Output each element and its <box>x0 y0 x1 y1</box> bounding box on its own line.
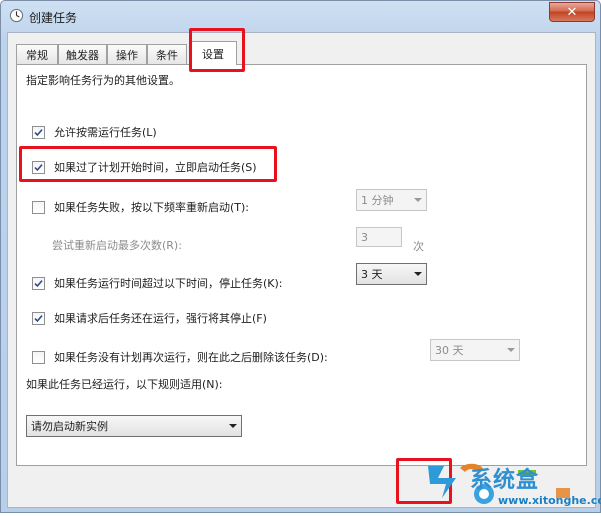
stop-if-longer-option[interactable]: 如果任务运行时间超过以下时间，停止任务(K): <box>32 275 283 291</box>
force-stop-checkbox[interactable] <box>32 311 45 325</box>
delete-after-value: 30 天 <box>435 344 464 357</box>
settings-description: 指定影响任务行为的其他设置。 <box>26 74 180 87</box>
task-scheduler-icon <box>9 8 24 23</box>
stop-if-longer-checkbox[interactable] <box>32 276 45 290</box>
checkmark-icon <box>34 163 43 171</box>
dialog-body: 常规 触发器 操作 条件 设置 指定影响任务行为的其他设置。 允许按需运行任务(… <box>7 32 596 508</box>
restart-attempts-label: 尝试重新启动最多次数(R): <box>52 239 182 252</box>
stop-duration-value: 3 天 <box>361 268 383 281</box>
tab-general[interactable]: 常规 <box>16 44 58 64</box>
watermark-brand: 系统盒 <box>470 468 540 493</box>
title-bar[interactable]: 创建任务 ✕ <box>1 1 600 31</box>
chevron-down-icon <box>410 264 426 284</box>
restart-interval-value: 1 分钟 <box>361 194 394 207</box>
rule-label: 如果此任务已经运行，以下规则适用(N): <box>26 378 223 391</box>
close-icon: ✕ <box>566 4 578 20</box>
watermark-logo: 系统盒 www.xitonghe.com <box>420 458 601 513</box>
window-title: 创建任务 <box>29 11 78 25</box>
checkmark-icon <box>34 314 43 322</box>
restart-on-fail-label: 如果任务失败，按以下频率重新启动(T): <box>54 201 250 214</box>
run-if-missed-option[interactable]: 如果过了计划开始时间，立即启动任务(S) <box>32 159 257 175</box>
checkmark-icon <box>34 128 43 136</box>
delete-if-not-scheduled-label: 如果任务没有计划再次运行，则在此之后删除该任务(D): <box>54 351 328 364</box>
tab-actions[interactable]: 操作 <box>107 44 147 64</box>
checkmark-icon <box>34 279 43 287</box>
delete-if-not-scheduled-checkbox[interactable] <box>32 350 45 364</box>
watermark-url: www.xitonghe.com <box>498 494 601 507</box>
force-stop-label: 如果请求后任务还在运行，强行将其停止(F) <box>54 312 267 325</box>
tab-settings[interactable]: 设置 <box>189 41 237 65</box>
settings-panel: 指定影响任务行为的其他设置。 允许按需运行任务(L) 如果过了计划开始时间，立即… <box>16 64 587 466</box>
allow-on-demand-checkbox[interactable] <box>32 125 45 139</box>
close-button[interactable]: ✕ <box>549 2 595 22</box>
restart-on-fail-checkbox[interactable] <box>32 200 45 214</box>
force-stop-option[interactable]: 如果请求后任务还在运行，强行将其停止(F) <box>32 310 267 326</box>
tab-conditions[interactable]: 条件 <box>147 44 187 64</box>
stop-if-longer-label: 如果任务运行时间超过以下时间，停止任务(K): <box>54 277 283 290</box>
delete-after-select[interactable]: 30 天 <box>430 339 520 361</box>
run-if-missed-checkbox[interactable] <box>32 160 45 174</box>
restart-attempts-unit: 次 <box>413 240 424 253</box>
running-rule-value: 请勿启动新实例 <box>31 420 108 433</box>
restart-on-fail-option[interactable]: 如果任务失败，按以下频率重新启动(T): <box>32 199 249 215</box>
tab-triggers[interactable]: 触发器 <box>58 44 107 64</box>
chevron-down-icon <box>225 416 241 436</box>
chevron-down-icon <box>410 190 426 210</box>
running-rule-select[interactable]: 请勿启动新实例 <box>26 415 242 437</box>
restart-interval-select[interactable]: 1 分钟 <box>356 189 427 211</box>
delete-if-not-scheduled-option[interactable]: 如果任务没有计划再次运行，则在此之后删除该任务(D): <box>32 349 328 365</box>
create-task-window: 创建任务 ✕ 常规 触发器 操作 条件 设置 指定影响任务行为的其他设置。 允许… <box>0 0 601 513</box>
chevron-down-icon <box>503 340 519 360</box>
allow-on-demand-option[interactable]: 允许按需运行任务(L) <box>32 124 157 140</box>
run-if-missed-label: 如果过了计划开始时间，立即启动任务(S) <box>54 161 257 174</box>
restart-attempts-input[interactable]: 3 <box>356 227 402 247</box>
stop-duration-select[interactable]: 3 天 <box>356 263 427 285</box>
allow-on-demand-label: 允许按需运行任务(L) <box>54 126 157 139</box>
